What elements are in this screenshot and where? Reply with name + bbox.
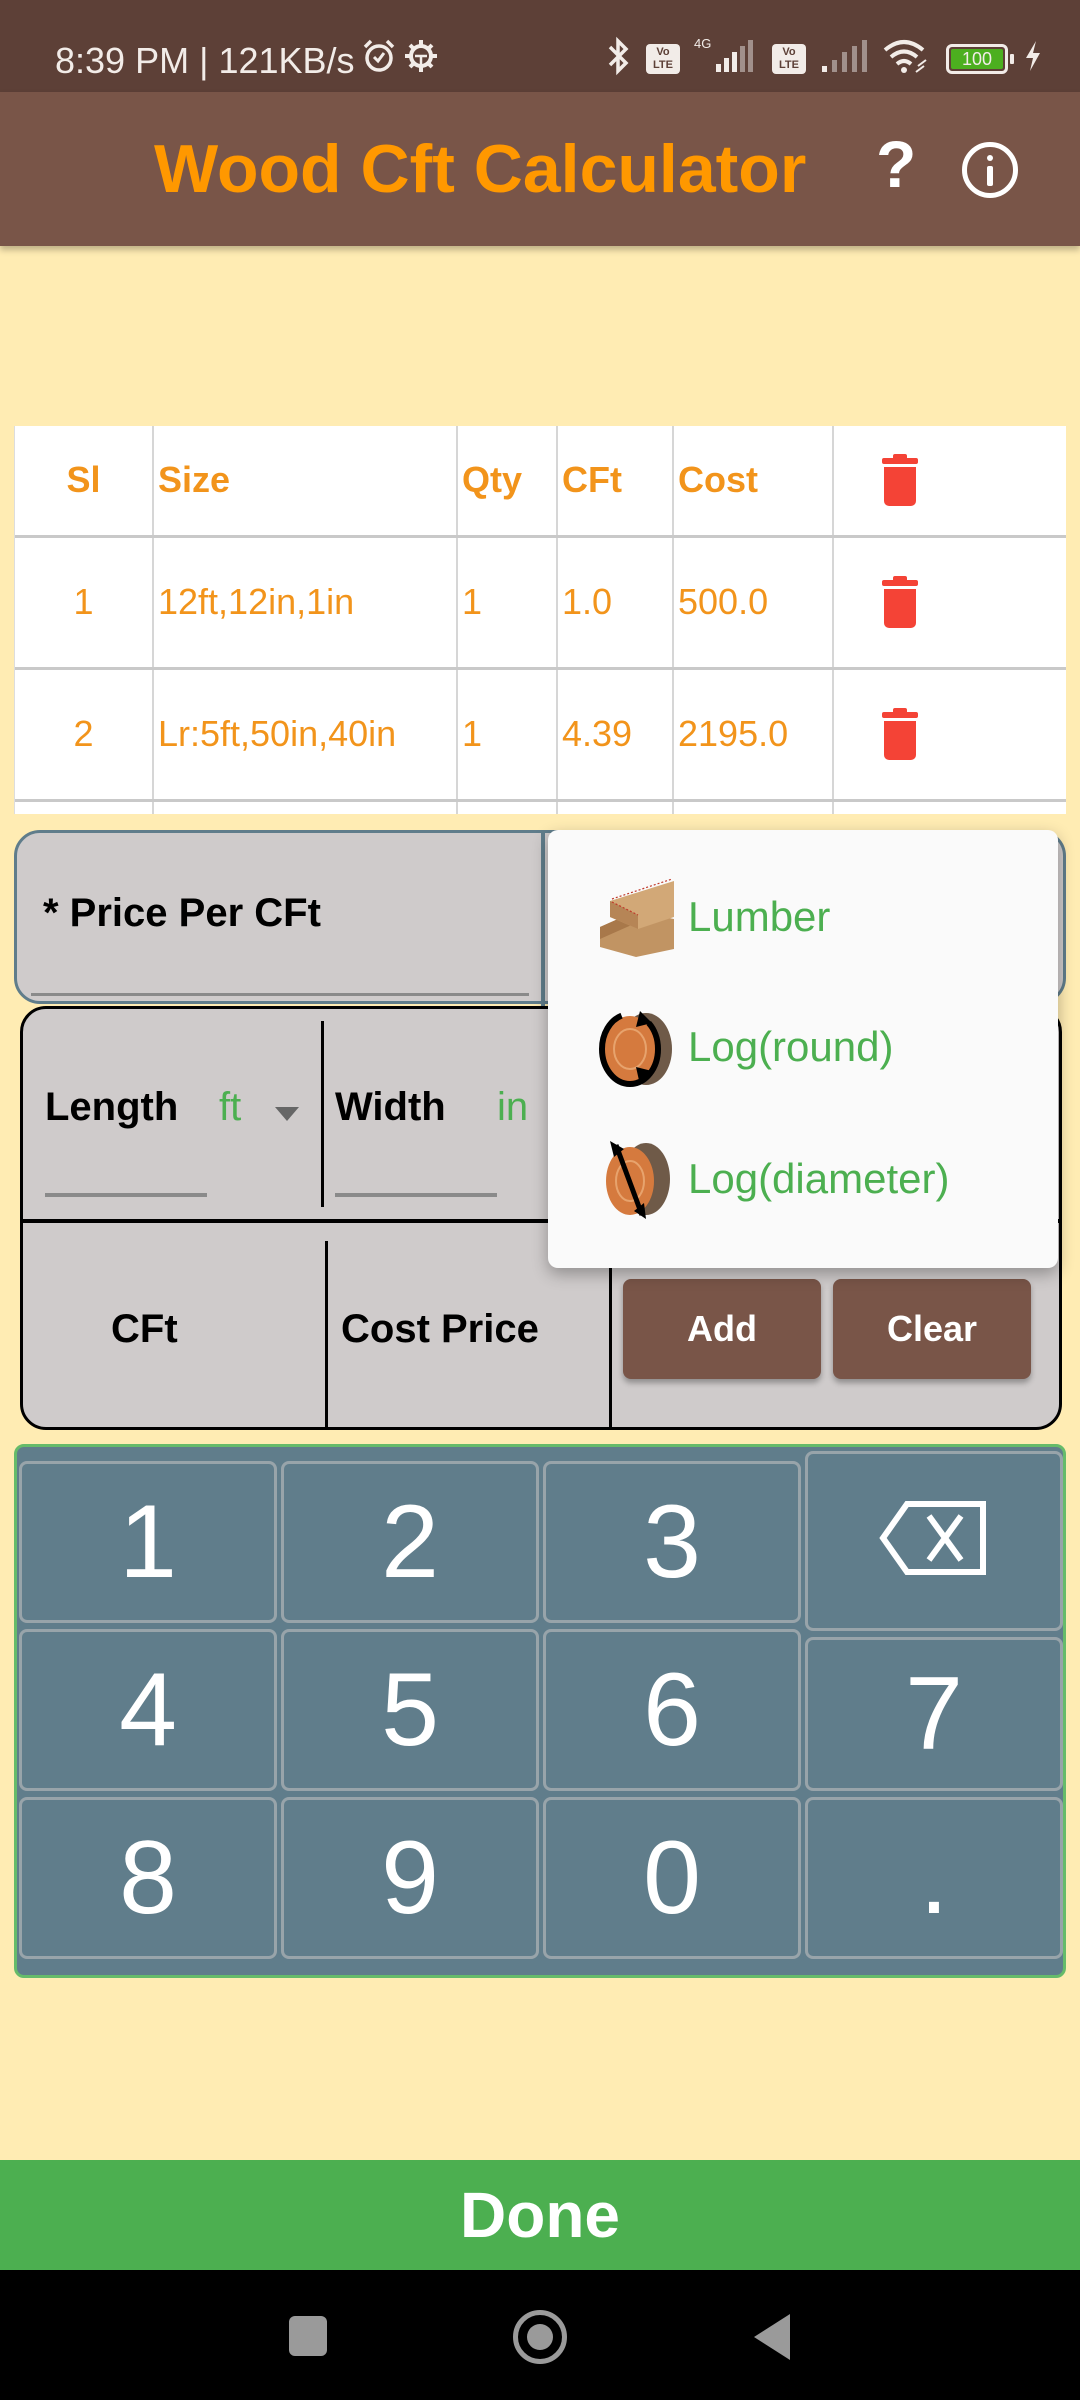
alarm-icon bbox=[361, 38, 397, 83]
price-per-cft-field[interactable]: * Price Per CFt bbox=[43, 891, 321, 936]
volte-icon: Vo LTE bbox=[646, 43, 680, 74]
cell-qty: 1 bbox=[457, 536, 558, 668]
key-8[interactable]: 8 bbox=[19, 1797, 277, 1959]
status-right: Vo LTE 4G Vo LTE 100 bbox=[606, 36, 1044, 81]
column-header-qty: Qty bbox=[457, 426, 558, 536]
bluetooth-icon bbox=[606, 36, 632, 81]
status-separator: | bbox=[199, 39, 209, 81]
key-6[interactable]: 6 bbox=[543, 1629, 801, 1791]
cell-cost: 2195.0 bbox=[673, 668, 834, 800]
cell-cft: 4.39 bbox=[557, 668, 674, 800]
charging-icon bbox=[1022, 39, 1044, 78]
clear-button[interactable]: Clear bbox=[833, 1279, 1031, 1379]
column-divider bbox=[325, 1241, 328, 1427]
numeric-keypad: 1 2 3 4 5 6 7 8 9 0 . bbox=[14, 1444, 1066, 1978]
width-underline bbox=[335, 1193, 497, 1197]
column-header-sl: Sl bbox=[15, 426, 154, 536]
key-3[interactable]: 3 bbox=[543, 1461, 801, 1623]
column-divider bbox=[321, 1021, 324, 1207]
panel-divider bbox=[541, 833, 545, 1007]
app-bar: Wood Cft Calculator ? bbox=[0, 92, 1080, 246]
key-7[interactable]: 7 bbox=[805, 1637, 1063, 1791]
cft-result: CFt bbox=[111, 1307, 178, 1351]
table-row-partial bbox=[15, 800, 1066, 814]
add-button[interactable]: Add bbox=[623, 1279, 821, 1379]
key-9[interactable]: 9 bbox=[281, 1797, 539, 1959]
done-button[interactable]: Done bbox=[0, 2160, 1080, 2270]
menu-item-log-diameter[interactable]: Log(diameter) bbox=[548, 1114, 1058, 1244]
cell-sl: 1 bbox=[15, 536, 154, 668]
cell-qty: 1 bbox=[457, 668, 558, 800]
column-header-cft: CFt bbox=[557, 426, 674, 536]
delete-all-button[interactable] bbox=[833, 426, 1066, 536]
backspace-icon bbox=[879, 1482, 989, 1601]
battery-icon: 100 bbox=[946, 43, 1014, 74]
4g-signal-icon: 4G bbox=[694, 36, 758, 81]
cell-cost: 500.0 bbox=[673, 536, 834, 668]
android-debug-icon bbox=[403, 38, 439, 83]
key-decimal[interactable]: . bbox=[805, 1797, 1063, 1959]
wood-type-menu: Lumber Log(round) Log(diameter) bbox=[548, 830, 1058, 1268]
menu-item-label: Log(round) bbox=[688, 1023, 894, 1070]
menu-item-label: Lumber bbox=[688, 893, 831, 940]
wifi-icon bbox=[882, 36, 932, 81]
trash-icon[interactable] bbox=[882, 576, 918, 628]
status-bar: 8:39 PM | 121KB/s Vo LTE 4G Vo LTE 100 bbox=[0, 0, 1080, 92]
log-round-icon bbox=[596, 1007, 674, 1087]
menu-item-label: Log(diameter) bbox=[688, 1155, 950, 1202]
svg-text:4G: 4G bbox=[694, 36, 711, 51]
help-icon[interactable]: ? bbox=[876, 126, 916, 202]
column-header-size: Size bbox=[153, 426, 458, 536]
column-divider bbox=[609, 1241, 612, 1427]
lumber-icon bbox=[596, 877, 674, 957]
key-4[interactable]: 4 bbox=[19, 1629, 277, 1791]
recent-apps-icon[interactable] bbox=[289, 2316, 327, 2356]
trash-icon[interactable] bbox=[882, 454, 918, 507]
items-table: Sl Size Qty CFt Cost 1 12ft,12in,1in 1 1… bbox=[14, 426, 1066, 814]
log-diameter-icon bbox=[596, 1139, 674, 1219]
backspace-key[interactable] bbox=[805, 1451, 1063, 1631]
back-icon[interactable] bbox=[754, 2314, 790, 2360]
table-header-row: Sl Size Qty CFt Cost bbox=[15, 426, 1066, 536]
length-unit-dropdown[interactable]: ft bbox=[219, 1085, 241, 1130]
width-field[interactable]: Width bbox=[335, 1085, 446, 1130]
status-left: 8:39 PM | 121KB/s bbox=[55, 38, 439, 83]
cell-size: 12ft,12in,1in bbox=[153, 536, 458, 668]
key-0[interactable]: 0 bbox=[543, 1797, 801, 1959]
key-2[interactable]: 2 bbox=[281, 1461, 539, 1623]
cell-size: Lr:5ft,50in,40in bbox=[153, 668, 458, 800]
volte-icon: Vo LTE bbox=[772, 43, 806, 74]
signal-icon bbox=[820, 36, 868, 81]
length-field[interactable]: Length bbox=[45, 1085, 178, 1130]
menu-item-log-round[interactable]: Log(round) bbox=[548, 982, 1058, 1112]
app-title: Wood Cft Calculator bbox=[154, 131, 807, 207]
home-icon[interactable] bbox=[513, 2310, 567, 2364]
price-field-underline bbox=[31, 993, 529, 996]
cell-sl: 2 bbox=[15, 668, 154, 800]
width-unit-dropdown[interactable]: in bbox=[497, 1085, 528, 1130]
status-time: 8:39 PM bbox=[55, 39, 190, 81]
navigation-bar bbox=[0, 2270, 1080, 2400]
key-5[interactable]: 5 bbox=[281, 1629, 539, 1791]
info-icon[interactable] bbox=[962, 142, 1018, 198]
delete-row-button[interactable] bbox=[833, 668, 1066, 800]
key-1[interactable]: 1 bbox=[19, 1461, 277, 1623]
network-speed: 121KB/s bbox=[218, 39, 355, 81]
cost-price-result: Cost Price bbox=[341, 1307, 539, 1351]
delete-row-button[interactable] bbox=[833, 536, 1066, 668]
length-underline bbox=[45, 1193, 207, 1197]
column-header-cost: Cost bbox=[673, 426, 834, 536]
cell-cft: 1.0 bbox=[557, 536, 674, 668]
table-row: 1 12ft,12in,1in 1 1.0 500.0 bbox=[15, 536, 1066, 668]
chevron-down-icon[interactable] bbox=[275, 1107, 299, 1121]
trash-icon[interactable] bbox=[882, 708, 918, 760]
menu-item-lumber[interactable]: Lumber bbox=[548, 852, 1058, 982]
table-row: 2 Lr:5ft,50in,40in 1 4.39 2195.0 bbox=[15, 668, 1066, 800]
